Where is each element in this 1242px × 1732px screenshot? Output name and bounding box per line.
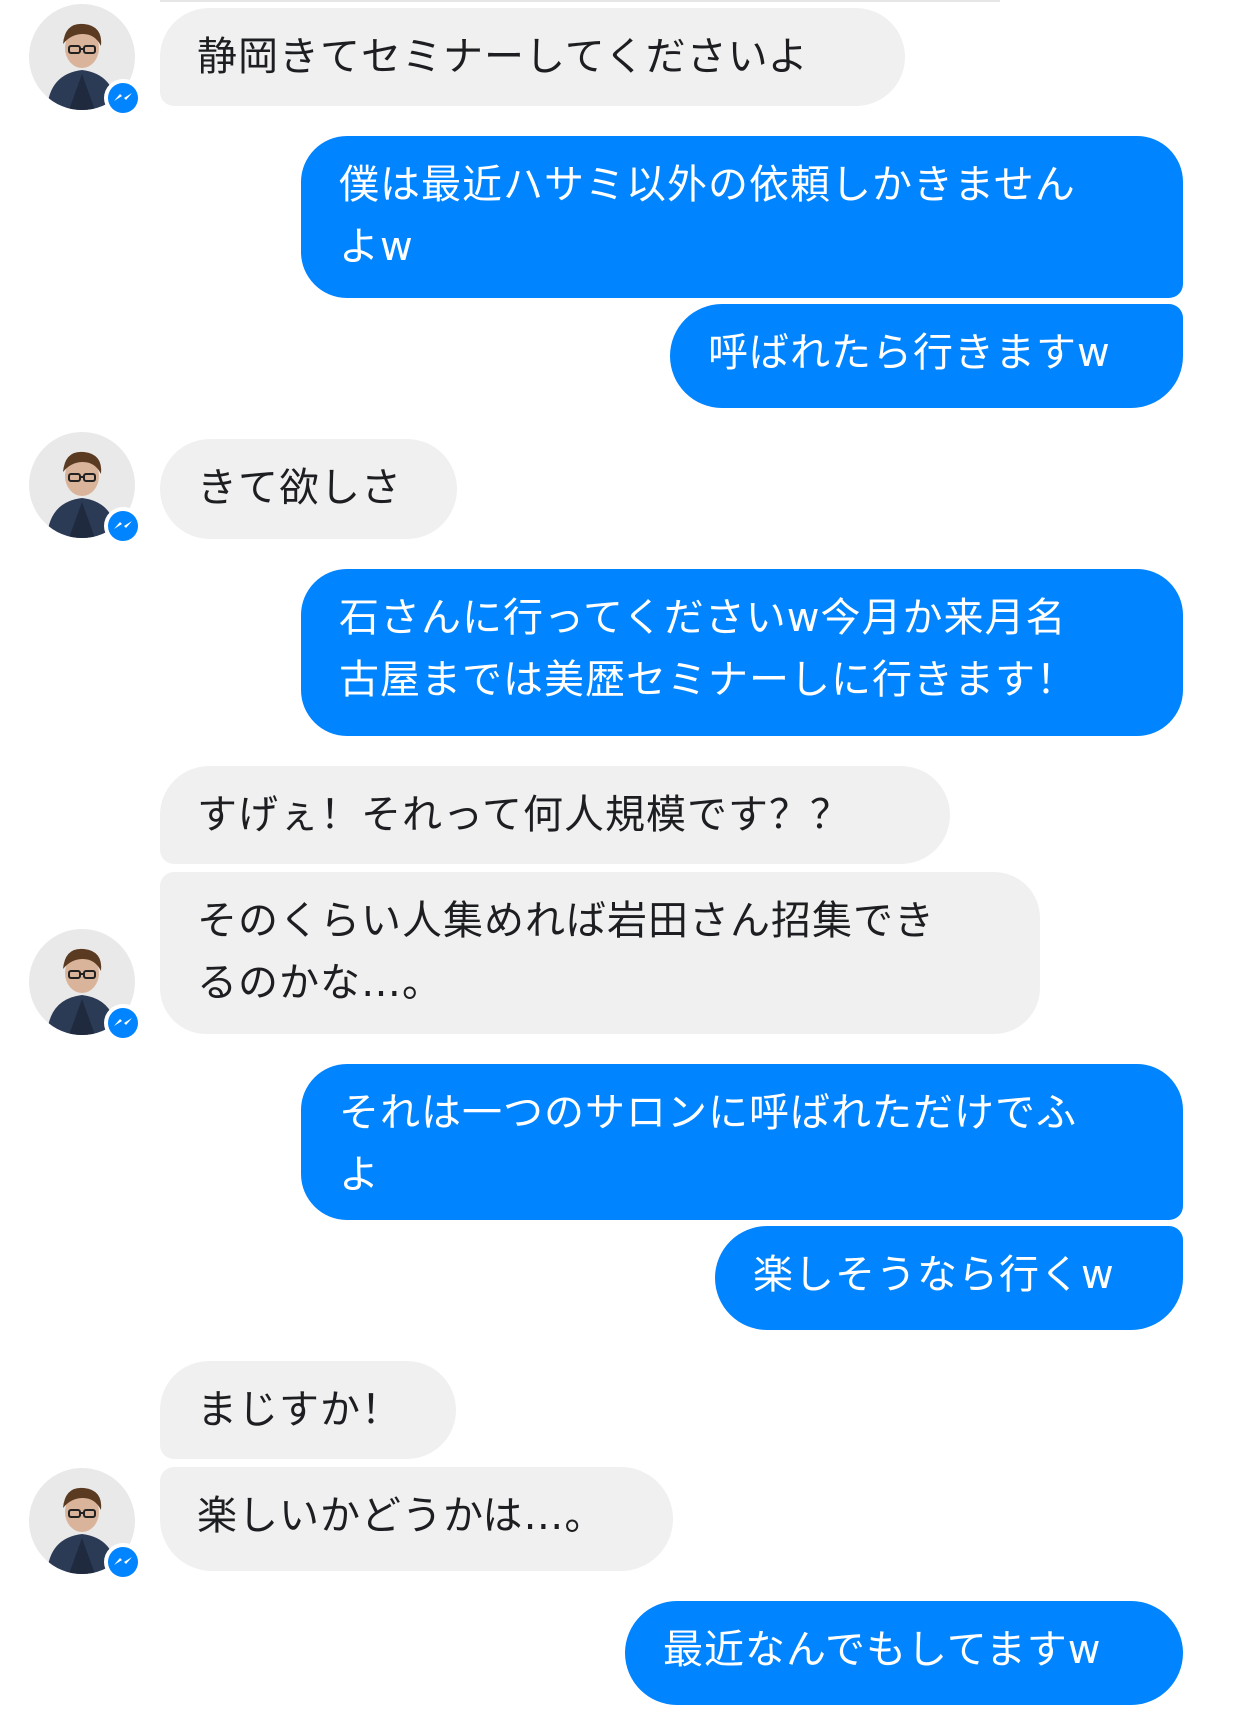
contact-avatar[interactable] xyxy=(29,432,142,545)
incoming-message[interactable]: 楽しいかどうかは…。 xyxy=(160,1467,673,1571)
contact-avatar[interactable] xyxy=(29,4,142,117)
incoming-message[interactable]: まじすか！ xyxy=(160,1361,456,1459)
outgoing-message[interactable]: 僕は最近ハサミ以外の依頼しかきません よw xyxy=(301,136,1183,298)
incoming-message[interactable]: きて欲しさ xyxy=(160,439,457,539)
messenger-icon xyxy=(104,1004,142,1042)
messenger-icon xyxy=(104,1543,142,1581)
messenger-icon xyxy=(104,79,142,117)
messenger-icon xyxy=(104,507,142,545)
contact-avatar[interactable] xyxy=(29,1468,142,1581)
incoming-message[interactable]: 静岡きてセミナーしてくださいよ xyxy=(160,8,905,106)
scroll-edge-divider xyxy=(160,0,1000,2)
outgoing-message[interactable]: 石さんに行ってくださいw今月か来月名 古屋までは美歴セミナーしに行きます！ xyxy=(301,569,1183,736)
incoming-message[interactable]: すげぇ！それって何人規模です？？ xyxy=(160,766,950,864)
outgoing-message[interactable]: 楽しそうなら行くw xyxy=(715,1226,1183,1330)
outgoing-message[interactable]: それは一つのサロンに呼ばれただけでふ よ xyxy=(301,1064,1183,1220)
incoming-message[interactable]: そのくらい人集めれば岩田さん招集でき るのかな…。 xyxy=(160,872,1040,1034)
outgoing-message[interactable]: 最近なんでもしてますw xyxy=(625,1601,1183,1705)
outgoing-message[interactable]: 呼ばれたら行きますw xyxy=(670,304,1183,408)
contact-avatar[interactable] xyxy=(29,929,142,1042)
